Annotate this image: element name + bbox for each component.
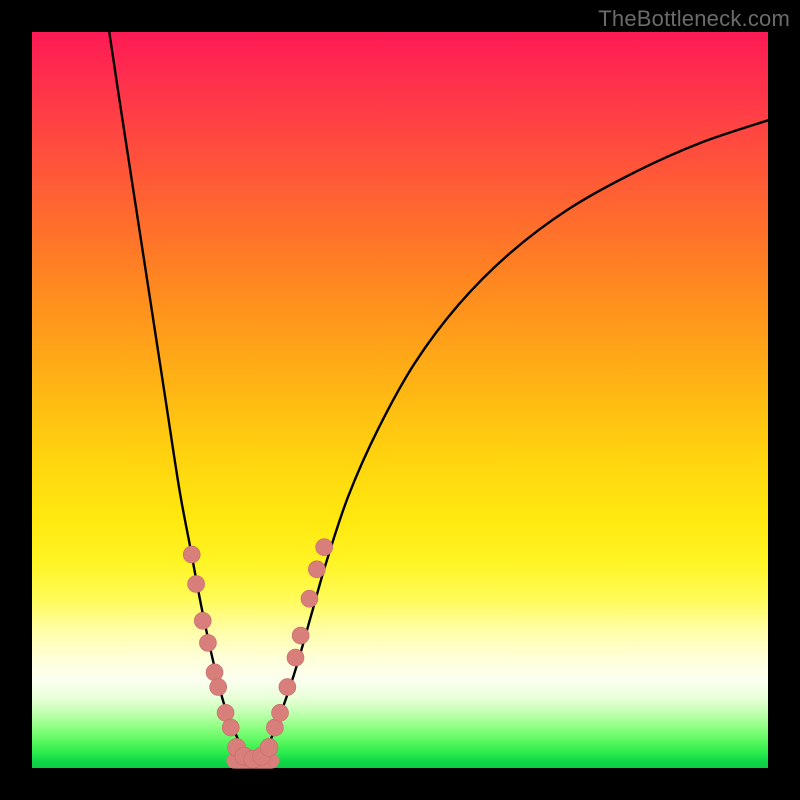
curve-right-branch	[253, 120, 768, 760]
plot-area	[32, 32, 768, 768]
bead-left-2	[194, 612, 211, 629]
bead-left-3	[199, 634, 216, 651]
bead-left-1	[188, 576, 205, 593]
bead-right-5	[301, 590, 318, 607]
bead-right-2	[279, 679, 296, 696]
outer-frame: TheBottleneck.com	[0, 0, 800, 800]
bead-right-3	[287, 649, 304, 666]
beads-layer	[183, 539, 332, 768]
bead-left-0	[183, 546, 200, 563]
bead-right-1	[272, 704, 289, 721]
bead-right-4	[292, 627, 309, 644]
chart-svg	[32, 32, 768, 768]
bead-right-7	[316, 539, 333, 556]
bead-left-5	[210, 679, 227, 696]
bead-left-7	[222, 719, 239, 736]
bead-bottom-4	[260, 738, 278, 756]
bead-right-6	[308, 561, 325, 578]
bead-right-0	[266, 719, 283, 736]
bead-left-4	[206, 664, 223, 681]
curve-left-branch	[109, 32, 253, 761]
watermark-text: TheBottleneck.com	[598, 6, 790, 32]
bead-left-6	[217, 704, 234, 721]
